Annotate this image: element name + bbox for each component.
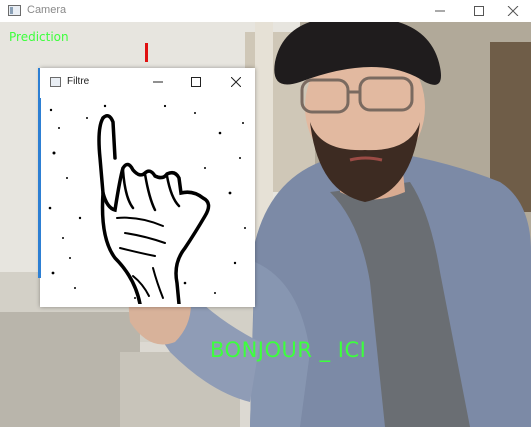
prediction-result-text: BONJOUR _ ICI [210,338,367,362]
window-title: Camera [27,4,67,16]
filter-window[interactable]: Filtre [38,68,255,307]
filter-app-icon [50,77,61,87]
close-icon [230,76,242,88]
filter-window-title: Filtre [67,76,90,87]
prediction-marker [145,43,148,62]
filter-window-accent-border [38,68,41,278]
filter-title-bar[interactable]: Filtre [40,68,255,98]
window-app-icon [8,5,21,16]
maximize-icon [474,6,484,16]
filter-close-button[interactable] [221,72,251,92]
camera-window: Camera Prediction Filtre BONJOUR _ ICI [0,0,531,427]
close-icon [507,5,519,17]
title-bar[interactable]: Camera [0,0,531,22]
camera-feed: Prediction Filtre BONJOUR _ ICI [0,22,531,427]
filter-minimize-button[interactable] [143,72,173,92]
minimize-icon [435,10,445,12]
minimize-icon [153,81,163,83]
maximize-icon [191,77,201,87]
filtered-hand-image [45,98,251,304]
prediction-label: Prediction [9,30,69,44]
filter-maximize-button[interactable] [181,72,211,92]
close-button[interactable] [490,0,531,22]
thumbs-up-hand-outline [45,98,251,304]
